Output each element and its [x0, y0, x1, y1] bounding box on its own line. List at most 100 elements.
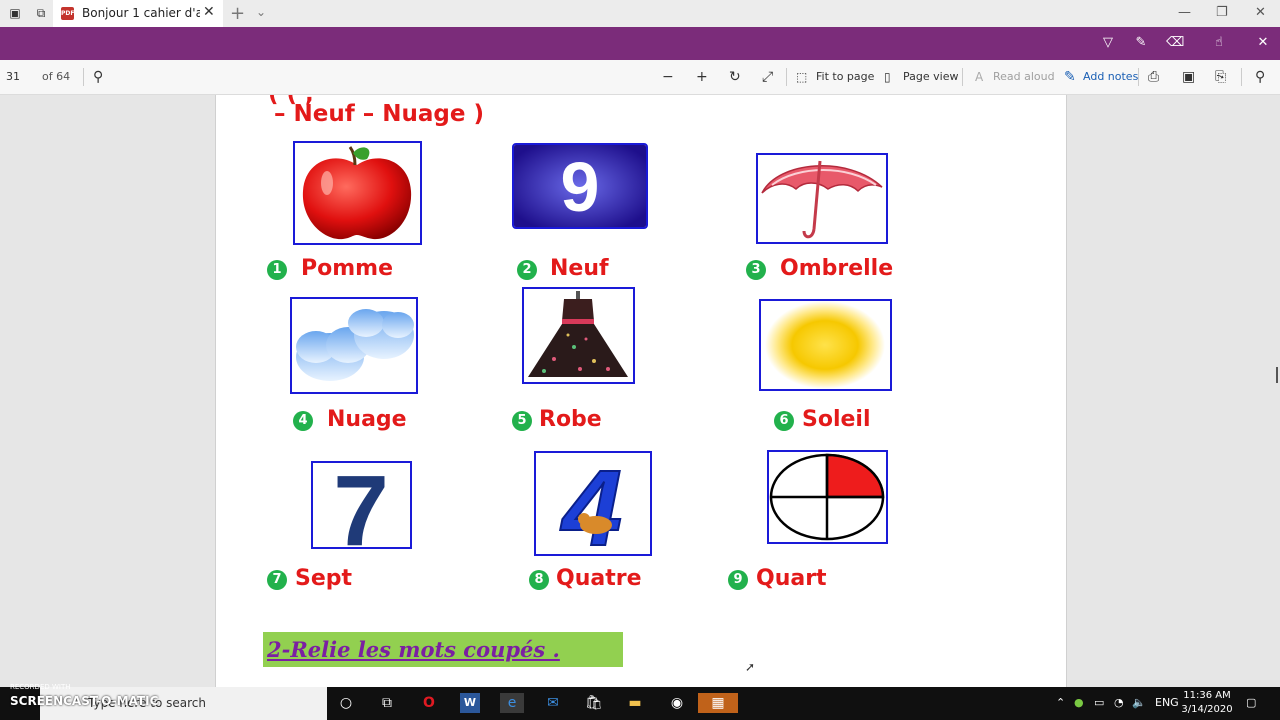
restore-window-button[interactable]: ❐ — [1216, 5, 1228, 20]
toolbar-divider — [1138, 68, 1139, 86]
windows-taskbar: Type here to search RECORDED WITH SCREEN… — [0, 683, 1280, 720]
watermark-logo-text: SCREENCAST-O-MATIC — [10, 694, 159, 708]
browser-tab-active[interactable]: PDF Bonjour 1 cahier d'activ ✕ — [53, 0, 223, 27]
page-total: of 64 — [42, 70, 71, 83]
item-number-badge: 6 — [774, 411, 794, 431]
mouse-cursor-icon: ➚ — [745, 660, 756, 674]
toolbar-divider — [83, 68, 84, 86]
apple-image — [293, 141, 422, 245]
tab-actions-icon[interactable]: ▣ — [8, 6, 22, 20]
pdf-page: ( ( , – Neuf – Nuage ) 9 — [215, 95, 1067, 687]
tabs-aside-icon[interactable]: ⧉ — [34, 6, 48, 20]
item-number-badge: 7 — [267, 570, 287, 590]
network-status-icon[interactable]: ● — [1074, 696, 1084, 709]
zoom-out-button[interactable]: − — [662, 68, 674, 86]
language-indicator[interactable]: ENG — [1155, 696, 1179, 709]
zoom-in-button[interactable]: + — [696, 68, 708, 86]
vertical-scrollbar-thumb[interactable] — [1276, 367, 1278, 383]
file-explorer-icon[interactable]: ▬ — [625, 693, 645, 713]
browser-tab-strip: ▣ ⧉ PDF Bonjour 1 cahier d'activ ✕ + ⌄ —… — [0, 0, 1280, 27]
item-word-neuf: Neuf — [550, 256, 609, 281]
exercise-title-banner: 2-Relie les mots coupés . — [263, 632, 623, 667]
read-aloud-icon: A — [975, 70, 984, 84]
pen-icon: ✎ — [1064, 69, 1076, 85]
dress-image — [522, 287, 635, 384]
sun-image — [759, 299, 892, 391]
item-number-badge: 9 — [728, 570, 748, 590]
clock-date: 3/14/2020 — [1181, 704, 1233, 715]
print-icon[interactable]: ⎙ — [1148, 68, 1159, 86]
item-number-badge: 2 — [517, 260, 537, 280]
item-word-sept: Sept — [295, 566, 353, 591]
item-number-badge: 4 — [293, 411, 313, 431]
mail-icon[interactable]: ✉ — [543, 693, 563, 713]
item-number-badge: 5 — [512, 411, 532, 431]
fit-to-page-icon: ⬚ — [796, 70, 808, 84]
cloud-image — [290, 297, 418, 394]
save-as-icon[interactable]: ⎘ — [1215, 68, 1226, 86]
search-icon[interactable]: ⚲ — [93, 68, 103, 86]
clock-time: 11:36 AM — [1183, 690, 1231, 701]
item-word-quatre: Quatre — [556, 566, 642, 591]
notifications-icon[interactable]: ▢ — [1246, 696, 1256, 709]
page-view-icon: ▯ — [884, 70, 891, 84]
read-aloud-button[interactable]: Read aloud — [993, 70, 1055, 83]
document-viewport[interactable]: ( ( , – Neuf – Nuage ) 9 — [0, 95, 1280, 687]
close-tab-icon[interactable]: ✕ — [203, 4, 215, 20]
browser-toolbar: ▽ ✎ ⌫ ☝ ✕ — [0, 27, 1280, 60]
touch-writing-icon[interactable]: ☝ — [1210, 34, 1228, 52]
four-image: 4 — [534, 451, 652, 556]
nine-image: 9 — [512, 143, 648, 229]
screen-recorder-icon[interactable]: ▦ — [698, 693, 738, 713]
close-window-button[interactable]: ✕ — [1255, 5, 1266, 20]
app-icon[interactable]: ◉ — [667, 693, 687, 713]
item-number-badge: 8 — [529, 570, 549, 590]
tab-list-chevron-icon[interactable]: ⌄ — [256, 5, 266, 19]
task-view-icon[interactable]: ⧉ — [377, 693, 397, 713]
item-word-soleil: Soleil — [802, 407, 871, 432]
edge-icon[interactable]: e — [500, 693, 524, 713]
toolbar-divider — [962, 68, 963, 86]
four-glyph: 4 — [560, 453, 622, 554]
watermark-caption: RECORDED WITH — [10, 683, 71, 691]
item-word-pomme: Pomme — [301, 256, 394, 281]
fit-to-page-button[interactable]: Fit to page — [816, 70, 874, 83]
toolbar-divider — [1241, 68, 1242, 86]
seven-glyph: 7 — [333, 463, 389, 547]
pdf-reader-toolbar: 31 of 64 ⚲ − + ↻ ⤢ ⬚ Fit to page ▯ Page … — [0, 60, 1280, 95]
new-tab-button[interactable]: + — [230, 3, 245, 24]
item-word-robe: Robe — [539, 407, 602, 432]
store-icon[interactable]: 🛍 — [584, 693, 604, 713]
show-hidden-icons-icon[interactable]: ⌃ — [1056, 696, 1065, 709]
toolbar-divider — [786, 68, 787, 86]
text-highlight-icon[interactable]: ✎ — [1132, 34, 1150, 52]
page-number-input[interactable]: 31 — [6, 68, 30, 86]
umbrella-image — [756, 153, 888, 244]
highlighter-icon[interactable]: ▽ — [1099, 34, 1117, 52]
add-notes-button[interactable]: Add notes — [1083, 70, 1138, 83]
word-icon[interactable]: W — [460, 693, 480, 713]
page-view-button[interactable]: Page view — [903, 70, 958, 83]
cortana-icon[interactable]: ○ — [336, 693, 356, 713]
exercise-title: 2-Relie les mots coupés . — [267, 637, 560, 662]
pdf-file-icon: PDF — [61, 7, 74, 20]
wifi-icon[interactable]: ◔ — [1114, 696, 1124, 709]
item-word-nuage: Nuage — [327, 407, 407, 432]
pin-toolbar-icon[interactable]: ⚲ — [1255, 68, 1265, 86]
eraser-icon[interactable]: ⌫ — [1166, 34, 1184, 52]
opera-icon[interactable]: O — [419, 693, 439, 713]
item-number-badge: 3 — [746, 260, 766, 280]
quarter-circle-image — [767, 450, 888, 544]
tab-title: Bonjour 1 cahier d'activ — [82, 6, 200, 20]
item-number-badge: 1 — [267, 260, 287, 280]
item-word-ombrelle: Ombrelle — [780, 256, 894, 281]
rotate-icon[interactable]: ↻ — [729, 68, 741, 86]
save-icon[interactable]: ▣ — [1182, 68, 1195, 86]
battery-icon[interactable]: ▭ — [1094, 696, 1104, 709]
close-toolbar-icon[interactable]: ✕ — [1254, 34, 1272, 52]
nine-glyph: 9 — [561, 148, 600, 226]
system-clock[interactable]: 11:36 AM 3/14/2020 — [1180, 689, 1234, 717]
minimize-window-button[interactable]: — — [1178, 5, 1191, 20]
volume-icon[interactable]: 🔈 — [1132, 696, 1146, 709]
full-screen-icon[interactable]: ⤢ — [762, 68, 773, 86]
